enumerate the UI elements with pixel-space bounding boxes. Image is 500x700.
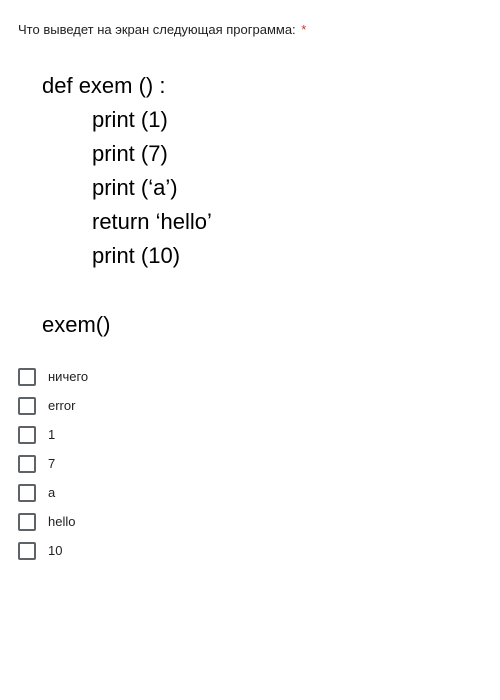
question-text: Что выведет на экран следующая программа…	[18, 22, 296, 37]
checkbox[interactable]	[18, 368, 36, 386]
option-row: a	[18, 484, 482, 502]
option-label: error	[48, 398, 75, 413]
option-label: hello	[48, 514, 75, 529]
checkbox[interactable]	[18, 513, 36, 531]
question-header: Что выведет на экран следующая программа…	[18, 22, 482, 37]
option-row: 7	[18, 455, 482, 473]
checkbox[interactable]	[18, 426, 36, 444]
option-label: 10	[48, 543, 62, 558]
option-row: ничего	[18, 368, 482, 386]
option-label: ничего	[48, 369, 88, 384]
option-row: 10	[18, 542, 482, 560]
option-label: 7	[48, 456, 55, 471]
required-asterisk: *	[301, 22, 306, 37]
code-line	[42, 274, 482, 308]
code-line: exem()	[42, 308, 482, 342]
code-line: print (‘a’)	[42, 171, 482, 205]
code-line: print (10)	[42, 239, 482, 273]
option-row: error	[18, 397, 482, 415]
code-line: print (1)	[42, 103, 482, 137]
option-label: 1	[48, 427, 55, 442]
code-line: return ‘hello’	[42, 205, 482, 239]
checkbox[interactable]	[18, 484, 36, 502]
option-row: hello	[18, 513, 482, 531]
option-row: 1	[18, 426, 482, 444]
checkbox[interactable]	[18, 542, 36, 560]
option-label: a	[48, 485, 55, 500]
checkbox[interactable]	[18, 455, 36, 473]
options-group: ничего error 1 7 a hello 10	[18, 368, 482, 560]
code-line: print (7)	[42, 137, 482, 171]
checkbox[interactable]	[18, 397, 36, 415]
code-line: def exem () :	[42, 69, 482, 103]
code-block: def exem () : print (1) print (7) print …	[42, 69, 482, 342]
